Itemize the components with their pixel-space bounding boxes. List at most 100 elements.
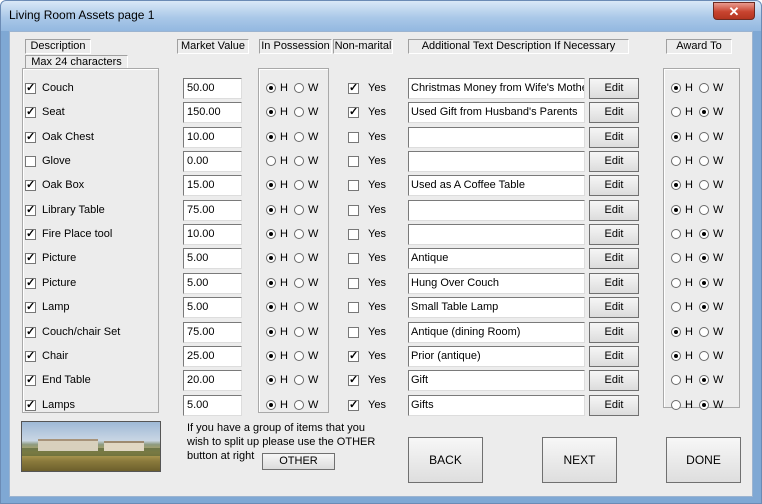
possession-w-radio[interactable]: [293, 180, 304, 190]
next-button[interactable]: NEXT: [542, 437, 617, 483]
non-marital-checkbox[interactable]: [348, 155, 359, 167]
non-marital-checkbox[interactable]: [348, 228, 359, 240]
award-w-radio[interactable]: [698, 375, 709, 385]
award-h-radio[interactable]: [671, 180, 681, 190]
include-checkbox[interactable]: [25, 178, 36, 191]
close-button[interactable]: ✕: [713, 2, 755, 20]
possession-h-radio[interactable]: [266, 83, 276, 93]
description-label[interactable]: Fire Place tool: [42, 228, 112, 240]
non-marital-checkbox[interactable]: [348, 373, 359, 386]
possession-h-radio[interactable]: [266, 156, 276, 166]
include-checkbox[interactable]: [25, 398, 36, 411]
market-value-input[interactable]: 75.00: [183, 322, 242, 343]
non-marital-checkbox[interactable]: [348, 252, 359, 264]
edit-button[interactable]: Edit: [589, 151, 639, 172]
edit-button[interactable]: Edit: [589, 370, 639, 391]
possession-h-radio[interactable]: [266, 180, 276, 190]
edit-button[interactable]: Edit: [589, 297, 639, 318]
award-h-radio[interactable]: [671, 132, 681, 142]
market-value-input[interactable]: 20.00: [183, 370, 242, 391]
edit-button[interactable]: Edit: [589, 395, 639, 416]
description-label[interactable]: Picture: [42, 277, 76, 289]
award-h-radio[interactable]: [671, 351, 681, 361]
possession-h-radio[interactable]: [266, 327, 276, 337]
include-checkbox[interactable]: [25, 373, 36, 386]
edit-button[interactable]: Edit: [589, 224, 639, 245]
non-marital-checkbox[interactable]: [348, 398, 359, 411]
possession-h-radio[interactable]: [266, 132, 276, 142]
description-label[interactable]: Oak Chest: [42, 131, 94, 143]
award-h-radio[interactable]: [671, 83, 681, 93]
market-value-input[interactable]: 75.00: [183, 200, 242, 221]
non-marital-checkbox[interactable]: [348, 105, 359, 118]
possession-h-radio[interactable]: [266, 229, 276, 239]
possession-h-radio[interactable]: [266, 302, 276, 312]
award-w-radio[interactable]: [698, 327, 709, 337]
edit-button[interactable]: Edit: [589, 200, 639, 221]
market-value-input[interactable]: 5.00: [183, 248, 242, 269]
additional-text-field[interactable]: [408, 224, 585, 245]
award-h-radio[interactable]: [671, 229, 681, 239]
possession-w-radio[interactable]: [293, 107, 304, 117]
market-value-input[interactable]: 50.00: [183, 78, 242, 99]
possession-w-radio[interactable]: [293, 205, 304, 215]
award-w-radio[interactable]: [698, 278, 709, 288]
additional-text-field[interactable]: Used Gift from Husband's Parents: [408, 102, 585, 123]
award-h-radio[interactable]: [671, 278, 681, 288]
market-value-input[interactable]: 0.00: [183, 151, 242, 172]
back-button[interactable]: BACK: [408, 437, 483, 483]
award-h-radio[interactable]: [671, 253, 681, 263]
description-label[interactable]: Chair: [42, 350, 68, 362]
possession-h-radio[interactable]: [266, 205, 276, 215]
award-w-radio[interactable]: [698, 83, 709, 93]
market-value-input[interactable]: 10.00: [183, 127, 242, 148]
description-label[interactable]: Lamps: [42, 399, 75, 411]
award-w-radio[interactable]: [698, 400, 709, 410]
possession-w-radio[interactable]: [293, 278, 304, 288]
additional-text-field[interactable]: Small Table Lamp: [408, 297, 585, 318]
edit-button[interactable]: Edit: [589, 78, 639, 99]
possession-h-radio[interactable]: [266, 278, 276, 288]
include-checkbox[interactable]: [25, 325, 36, 338]
description-label[interactable]: Lamp: [42, 301, 70, 313]
possession-h-radio[interactable]: [266, 351, 276, 361]
market-value-input[interactable]: 5.00: [183, 297, 242, 318]
market-value-input[interactable]: 10.00: [183, 224, 242, 245]
possession-w-radio[interactable]: [293, 83, 304, 93]
award-w-radio[interactable]: [698, 205, 709, 215]
possession-w-radio[interactable]: [293, 351, 304, 361]
award-w-radio[interactable]: [698, 132, 709, 142]
additional-text-field[interactable]: Gift: [408, 370, 585, 391]
possession-w-radio[interactable]: [293, 156, 304, 166]
possession-h-radio[interactable]: [266, 375, 276, 385]
additional-text-field[interactable]: [408, 127, 585, 148]
additional-text-field[interactable]: Gifts: [408, 395, 585, 416]
include-checkbox[interactable]: [25, 105, 36, 118]
additional-text-field[interactable]: Antique: [408, 248, 585, 269]
award-h-radio[interactable]: [671, 107, 681, 117]
award-w-radio[interactable]: [698, 302, 709, 312]
include-checkbox[interactable]: [25, 203, 36, 216]
possession-w-radio[interactable]: [293, 327, 304, 337]
include-checkbox[interactable]: [25, 81, 36, 94]
edit-button[interactable]: Edit: [589, 175, 639, 196]
edit-button[interactable]: Edit: [589, 322, 639, 343]
market-value-input[interactable]: 25.00: [183, 346, 242, 367]
additional-text-field[interactable]: Prior (antique): [408, 346, 585, 367]
award-w-radio[interactable]: [698, 229, 709, 239]
include-checkbox[interactable]: [25, 155, 36, 167]
market-value-input[interactable]: 5.00: [183, 395, 242, 416]
include-checkbox[interactable]: [25, 300, 36, 313]
description-label[interactable]: Library Table: [42, 204, 105, 216]
possession-h-radio[interactable]: [266, 400, 276, 410]
possession-w-radio[interactable]: [293, 132, 304, 142]
non-marital-checkbox[interactable]: [348, 204, 359, 216]
include-checkbox[interactable]: [25, 349, 36, 362]
market-value-input[interactable]: 5.00: [183, 273, 242, 294]
award-w-radio[interactable]: [698, 107, 709, 117]
possession-w-radio[interactable]: [293, 229, 304, 239]
description-label[interactable]: Oak Box: [42, 179, 84, 191]
non-marital-checkbox[interactable]: [348, 301, 359, 313]
award-h-radio[interactable]: [671, 302, 681, 312]
non-marital-checkbox[interactable]: [348, 349, 359, 362]
